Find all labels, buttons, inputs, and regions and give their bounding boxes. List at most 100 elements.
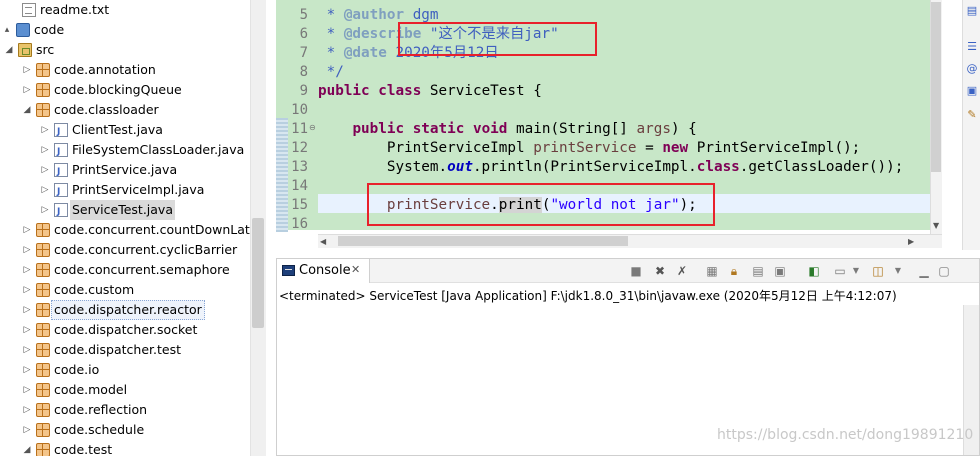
tree-item[interactable]: ▷ FileSystemClassLoader.java [0, 140, 250, 162]
expand-toggle-icon[interactable]: ▷ [22, 400, 32, 420]
outline-icon[interactable]: ▤ [965, 4, 979, 18]
expand-toggle-icon[interactable]: ▷ [40, 160, 50, 180]
expand-toggle-icon[interactable]: ▷ [22, 280, 32, 300]
tree-item[interactable]: ▷ PrintServiceImpl.java [0, 180, 250, 202]
line-number: 11 [291, 121, 308, 137]
tree-item[interactable]: ▷ code.concurrent.countDownLatch [0, 220, 265, 240]
tree-item[interactable]: ▷ ClientTest.java [0, 120, 250, 142]
line-number: 10 [291, 102, 308, 118]
chevron-down-icon[interactable]: ▼ [849, 264, 863, 278]
explorer-scrollbar-thumb[interactable] [252, 218, 264, 328]
package-icon [36, 323, 50, 337]
clear-console-icon[interactable]: ▦ [705, 264, 719, 278]
fold-toggle-icon[interactable]: ⊖ [309, 124, 317, 132]
code-line[interactable]: public class ServiceTest { [318, 82, 542, 101]
tree-item[interactable]: ▷ code.model [0, 380, 250, 400]
tree-item[interactable]: readme.txt [0, 0, 250, 20]
line-number: 7 [299, 45, 308, 61]
scroll-lock-icon[interactable]: 🔒︎ [727, 264, 741, 278]
tree-item-label: code.model [54, 382, 128, 397]
tree-item-label: code.annotation [54, 62, 156, 77]
expand-toggle-icon[interactable]: ▷ [40, 200, 50, 220]
tree-item[interactable]: ▷ code.custom [0, 280, 250, 300]
open-console-icon[interactable]: ◫ [871, 264, 885, 278]
scroll-right-arrow-icon[interactable]: ▶ [908, 237, 914, 246]
change-marker [276, 118, 288, 232]
code-line[interactable]: */ [318, 63, 344, 82]
remove-all-terminated-icon[interactable]: ✗ [675, 264, 689, 278]
line-number: 15 [291, 197, 308, 213]
expand-toggle-icon[interactable]: ◢ [22, 440, 32, 456]
code-line[interactable]: public static void main(String[] args) { [318, 120, 696, 139]
tree-item[interactable]: ▷ code.schedule [0, 420, 250, 440]
package-icon [36, 363, 50, 377]
expand-toggle-icon[interactable]: ▷ [22, 420, 32, 440]
editor-horizontal-scroll-thumb[interactable] [338, 236, 628, 246]
remove-launch-icon[interactable]: ✖ [653, 264, 667, 278]
expand-toggle-icon[interactable]: ▷ [22, 300, 32, 320]
tree-item-label: code [34, 22, 65, 37]
java-file-icon [54, 182, 68, 202]
expand-toggle-icon[interactable]: ▷ [22, 80, 32, 100]
tree-item-label: code.dispatcher.test [54, 342, 181, 357]
tree-item[interactable]: ◢ src [0, 40, 250, 60]
scroll-left-arrow-icon[interactable]: ◀ [320, 237, 326, 246]
tree-item[interactable]: ▷ code.reflection [0, 400, 250, 420]
javadoc-icon[interactable]: @ [965, 62, 979, 76]
tree-item[interactable]: ▷ code.dispatcher.reactor [0, 300, 250, 320]
package-icon [36, 283, 50, 297]
expand-toggle-icon[interactable]: ▷ [22, 320, 32, 340]
code-line[interactable]: PrintServiceImpl printService = new Prin… [318, 139, 860, 158]
tree-item[interactable]: ▷ code.io [0, 360, 250, 380]
show-when-output-icon[interactable]: ▣ [773, 264, 787, 278]
expand-toggle-icon[interactable]: ▷ [22, 380, 32, 400]
expand-toggle-icon[interactable]: ▷ [22, 340, 32, 360]
expand-toggle-icon[interactable]: ▷ [40, 140, 50, 160]
tree-item[interactable]: ▴ code [0, 20, 250, 40]
tree-item[interactable]: ▷ code.concurrent.semaphore [0, 260, 250, 280]
tree-item[interactable]: ▷ code.dispatcher.test [0, 340, 250, 360]
code-editor[interactable]: 5 * @author dgm 6 * @describe "这个不是来自jar"… [276, 0, 942, 250]
tree-item[interactable]: ◢ code.classloader [0, 100, 250, 120]
tree-item[interactable]: ◢ code.test [0, 440, 250, 456]
line-number: 5 [299, 7, 308, 23]
editor-vertical-scroll-thumb[interactable] [931, 2, 941, 172]
expand-toggle-icon[interactable]: ▷ [22, 220, 32, 240]
console-tab[interactable]: Console ✕ [277, 259, 370, 283]
pin-console-icon[interactable]: ◧ [807, 264, 821, 278]
expand-toggle-icon[interactable]: ◢ [4, 40, 14, 60]
close-icon[interactable]: ✕ [351, 263, 360, 276]
tree-item-label: PrintServiceImpl.java [72, 182, 205, 197]
expand-toggle-icon[interactable]: ▷ [40, 120, 50, 140]
display-console-icon[interactable]: ▭ [833, 264, 847, 278]
tree-item[interactable]: ▷ code.concurrent.cyclicBarrier [0, 240, 250, 260]
tree-item[interactable]: ▷ code.dispatcher.socket [0, 320, 250, 340]
expand-toggle-icon[interactable]: ▷ [22, 240, 32, 260]
java-file-icon [54, 142, 68, 162]
line-number: 9 [299, 83, 308, 99]
declaration-icon[interactable]: ▣ [965, 84, 979, 98]
tree-item[interactable]: ▷ code.annotation [0, 60, 250, 80]
line-number: 16 [291, 216, 308, 232]
terminate-icon[interactable]: ■ [629, 264, 643, 278]
expand-toggle-icon[interactable]: ▷ [22, 360, 32, 380]
task-list-icon[interactable]: ☰ [965, 40, 979, 54]
tree-item[interactable]: ▷ PrintService.java [0, 160, 250, 182]
chevron-down-icon[interactable]: ▼ [891, 264, 905, 278]
expand-toggle-icon[interactable]: ▷ [22, 60, 32, 80]
word-wrap-icon[interactable]: ▤ [751, 264, 765, 278]
expand-toggle-icon[interactable]: ◢ [22, 100, 32, 120]
minimize-icon[interactable]: ▁ [917, 264, 931, 278]
expand-toggle-icon[interactable]: ▷ [22, 260, 32, 280]
line-number: 14 [291, 178, 308, 194]
maximize-icon[interactable]: ▢ [937, 264, 951, 278]
expand-toggle-icon[interactable]: ▷ [40, 180, 50, 200]
tree-item[interactable]: ▷ code.blockingQueue [0, 80, 250, 100]
line-number: 6 [299, 26, 308, 42]
package-icon [36, 103, 50, 117]
tree-item[interactable]: ▷ ServiceTest.java [0, 200, 250, 222]
code-line[interactable]: System.out.println(PrintServiceImpl.clas… [318, 158, 903, 177]
scroll-down-arrow-icon[interactable]: ▼ [933, 221, 939, 230]
hierarchy-icon[interactable]: ✎ [965, 108, 979, 122]
expand-toggle-icon[interactable]: ▴ [2, 20, 12, 40]
